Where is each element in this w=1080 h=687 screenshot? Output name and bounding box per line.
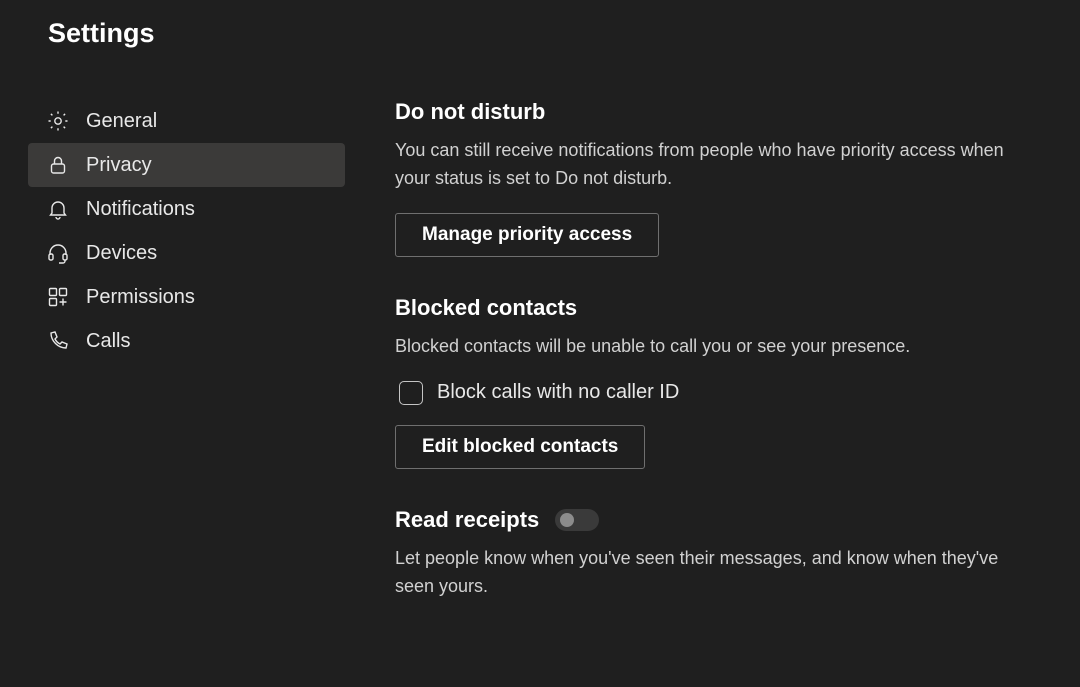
sidebar-item-label: Privacy <box>86 154 152 177</box>
headset-icon <box>46 241 70 265</box>
read-receipts-description: Let people know when you've seen their m… <box>395 545 1015 601</box>
phone-icon <box>46 329 70 353</box>
dnd-title: Do not disturb <box>395 99 1020 125</box>
sidebar-item-devices[interactable]: Devices <box>28 231 345 275</box>
blocked-title: Blocked contacts <box>395 295 1020 321</box>
sidebar-item-calls[interactable]: Calls <box>28 319 345 363</box>
toggle-knob <box>560 513 574 527</box>
settings-main: Do not disturb You can still receive not… <box>345 99 1080 638</box>
block-no-caller-id-label: Block calls with no caller ID <box>437 381 679 404</box>
block-no-caller-id-checkbox[interactable] <box>399 381 423 405</box>
lock-icon <box>46 153 70 177</box>
block-no-caller-id-row[interactable]: Block calls with no caller ID <box>395 381 1020 405</box>
read-receipts-title: Read receipts <box>395 507 539 533</box>
edit-blocked-contacts-button[interactable]: Edit blocked contacts <box>395 425 645 469</box>
settings-sidebar: General Privacy Notifications <box>0 99 345 638</box>
sidebar-item-label: Devices <box>86 242 157 265</box>
gear-icon <box>46 109 70 133</box>
read-receipts-toggle[interactable] <box>555 509 599 531</box>
sidebar-item-label: Permissions <box>86 286 195 309</box>
apps-icon <box>46 285 70 309</box>
section-read-receipts: Read receipts Let people know when you'v… <box>395 507 1020 601</box>
page-title: Settings <box>0 0 1080 49</box>
sidebar-item-label: Notifications <box>86 198 195 221</box>
read-receipts-header: Read receipts <box>395 507 1020 533</box>
blocked-description: Blocked contacts will be unable to call … <box>395 333 1015 361</box>
section-do-not-disturb: Do not disturb You can still receive not… <box>395 99 1020 257</box>
sidebar-item-general[interactable]: General <box>28 99 345 143</box>
section-blocked-contacts: Blocked contacts Blocked contacts will b… <box>395 295 1020 469</box>
manage-priority-access-button[interactable]: Manage priority access <box>395 213 659 257</box>
sidebar-item-label: Calls <box>86 330 130 353</box>
settings-container: General Privacy Notifications <box>0 99 1080 638</box>
dnd-description: You can still receive notifications from… <box>395 137 1015 193</box>
sidebar-item-notifications[interactable]: Notifications <box>28 187 345 231</box>
sidebar-item-permissions[interactable]: Permissions <box>28 275 345 319</box>
sidebar-item-privacy[interactable]: Privacy <box>28 143 345 187</box>
sidebar-item-label: General <box>86 110 157 133</box>
bell-icon <box>46 197 70 221</box>
